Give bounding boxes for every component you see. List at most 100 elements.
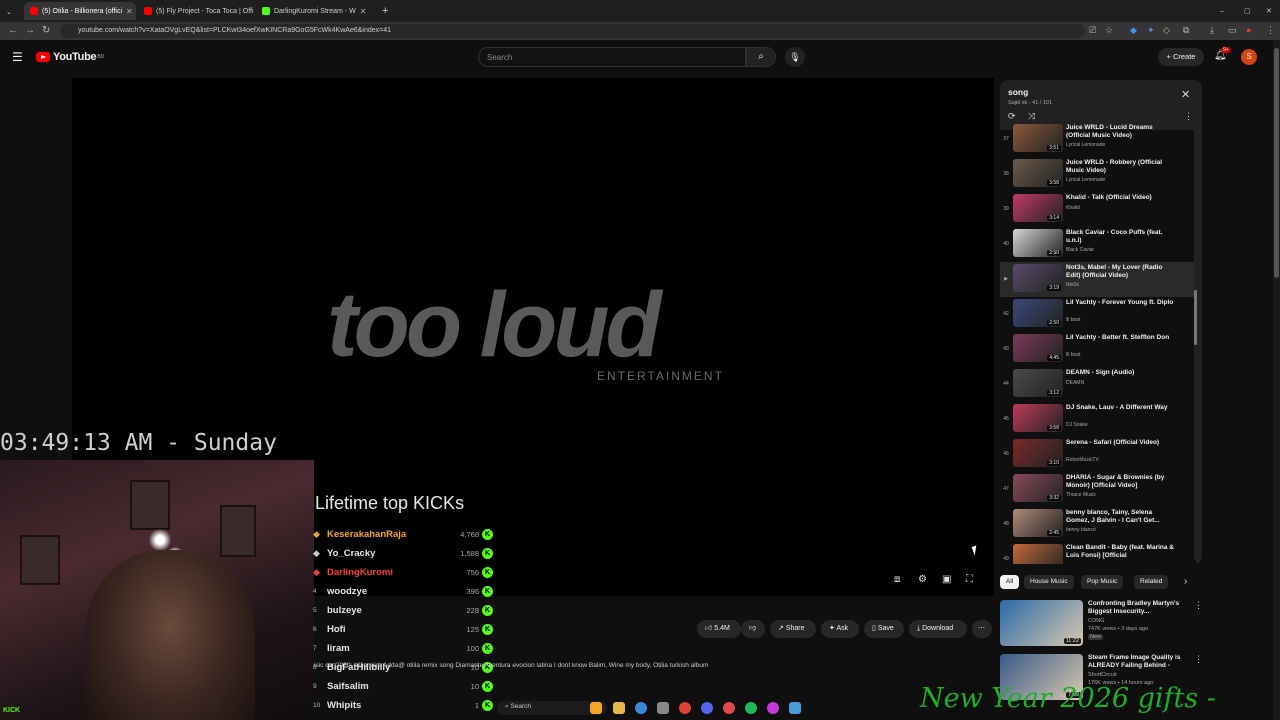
app-icon[interactable] xyxy=(723,702,735,714)
bookmark-star-icon[interactable]: ☆ xyxy=(1105,25,1113,36)
playlist-scrollbar-thumb[interactable] xyxy=(1194,290,1197,345)
store-icon[interactable] xyxy=(657,702,669,714)
playlist-item[interactable]: 43 4:45 Lil Yachty - Better ft. Stefflon D… xyxy=(1000,332,1196,367)
duration-badge: 3:58 xyxy=(1047,180,1061,186)
settings-gear-icon[interactable]: ⚙ xyxy=(918,574,927,585)
page-scrollbar-thumb[interactable] xyxy=(1274,48,1279,278)
logo-main-text: too loud xyxy=(327,288,664,376)
chevron-right-icon[interactable]: › xyxy=(1184,576,1187,587)
close-icon[interactable]: ✕ xyxy=(122,7,133,16)
cast-icon[interactable]: ⎚ xyxy=(1089,25,1096,36)
dislike-button[interactable]: 👎︎ xyxy=(741,620,765,638)
extensions-puzzle-icon[interactable]: ⧉ xyxy=(1183,25,1189,36)
ask-button[interactable]: ✦ Ask xyxy=(821,620,859,638)
playlist-item[interactable]: 38 3:58 Juice WRLD - Robbery (Official Mus… xyxy=(1000,157,1196,192)
webcam-feed: KICK xyxy=(0,460,314,720)
miniplayer-icon[interactable]: ▣ xyxy=(942,574,951,585)
subtitles-icon[interactable]: ⧈ xyxy=(894,574,900,585)
playlist-item[interactable]: 40 2:50 Black Caviar - Coco Puffs (feat. u… xyxy=(1000,227,1196,262)
recommendation-channel: ShortCircuit xyxy=(1088,672,1117,678)
download-icon[interactable]: ⤓ xyxy=(1210,25,1214,36)
shuffle-icon[interactable]: ⤨ xyxy=(1028,111,1035,122)
avatar[interactable]: S xyxy=(1241,49,1257,65)
share-button[interactable]: ↗ Share xyxy=(770,620,816,638)
new-year-banner: New Year 2026 gifts - xyxy=(920,683,1216,714)
playlist-item[interactable]: 45 3:58 DJ Snake, Lauv - A Different Way DJ… xyxy=(1000,402,1196,437)
leaderboard-row: ◆ DarlingKuromi 756 K xyxy=(313,563,493,582)
video-description-tags[interactable]: isic car 2020: billionaire Adda@ otilia … xyxy=(314,662,994,669)
like-button[interactable]: 👍︎ 5.4M xyxy=(697,620,741,638)
menu-dots-icon[interactable]: ⋮ xyxy=(1266,25,1275,36)
browser-tab-3[interactable]: DarlingKuromi Stream - W ✕ xyxy=(256,2,372,20)
playlist-item[interactable]: 39 3:14 Khalid - Talk (Official Video) Khal… xyxy=(1000,192,1196,227)
save-button[interactable]: ▯ Save xyxy=(864,620,904,638)
minimize-button[interactable]: – xyxy=(1214,2,1228,20)
profile-icon[interactable]: ● xyxy=(1246,25,1251,35)
taskbar-app-icon[interactable] xyxy=(590,702,602,714)
playlist-scrollbar[interactable] xyxy=(1194,130,1197,560)
playlist-item-title: Lil Yachty - Better ft. Stefflon Don xyxy=(1066,334,1170,341)
taskbar-search-label: Search xyxy=(510,703,532,710)
playlist-item[interactable]: 46 3:10 Serena - Safari (Official Video) Ro… xyxy=(1000,437,1196,472)
back-arrow-icon[interactable]: ← xyxy=(8,25,18,36)
leaderboard-rank: 4 xyxy=(313,588,317,595)
playlist-item[interactable]: 49 Clean Bandit - Baby (feat. Marina & Lu… xyxy=(1000,542,1196,564)
address-bar[interactable]: youtube.com/watch?v=XataOVgLvEQ&list=PLC… xyxy=(60,24,1085,38)
youtube-logo[interactable]: YouTube BD xyxy=(36,51,104,63)
voice-search-button[interactable]: 🎙︎ xyxy=(785,47,805,67)
rank-medal-icon: ◆ xyxy=(313,529,320,539)
duration-badge: 3:32 xyxy=(1047,495,1061,501)
chip-related[interactable]: Related xyxy=(1134,575,1169,589)
search-input[interactable]: Search xyxy=(478,47,746,67)
playlist-item-thumbnail: 3:32 xyxy=(1013,474,1063,502)
more-vert-icon[interactable]: ⋮ xyxy=(1194,600,1203,611)
playlist-item[interactable]: 37 3:51 Juice WRLD - Lucid Dreams (Officia… xyxy=(1000,122,1196,157)
extension-icon[interactable]: ◇ xyxy=(1163,25,1170,36)
playlist-title[interactable]: song xyxy=(1008,87,1028,97)
leaderboard-value: 10 xyxy=(470,682,479,691)
new-tab-button[interactable]: + xyxy=(376,2,392,20)
more-actions-button[interactable]: ⋯ xyxy=(972,620,992,638)
browser-tab-2[interactable]: (5) Fly Project - Toca Toca | Offi ✕ xyxy=(138,2,254,20)
forward-arrow-icon[interactable]: → xyxy=(25,25,35,36)
chip-house-music[interactable]: House Music xyxy=(1024,575,1074,589)
extension-icon[interactable]: ✦ xyxy=(1147,25,1155,36)
close-icon[interactable]: ✕ xyxy=(1181,88,1190,101)
leaderboard-rank: 9 xyxy=(313,683,317,690)
spotify-icon[interactable] xyxy=(745,702,757,714)
chip-pop-music[interactable]: Pop Music xyxy=(1081,575,1124,589)
chrome-icon[interactable] xyxy=(679,702,691,714)
fullscreen-icon[interactable]: ⛶ xyxy=(966,574,973,585)
window-close-button[interactable]: ✕ xyxy=(1260,2,1276,20)
discord-icon[interactable] xyxy=(701,702,713,714)
app-icon[interactable] xyxy=(789,702,801,714)
close-icon[interactable]: ✕ xyxy=(356,7,367,16)
playlist-item-index: 42 xyxy=(1003,311,1009,317)
file-explorer-icon[interactable] xyxy=(613,702,625,714)
extension-icon[interactable]: ◆ xyxy=(1130,25,1137,36)
more-vert-icon[interactable]: ⋮ xyxy=(1184,111,1193,122)
loop-icon[interactable]: ⟳ xyxy=(1008,111,1016,122)
more-vert-icon[interactable]: ⋮ xyxy=(1194,654,1203,665)
browser-tab-1[interactable]: (5) Otilia - Billionera (offici ✕ xyxy=(24,2,136,20)
app-icon[interactable] xyxy=(767,702,779,714)
download-button[interactable]: ⤓ Download xyxy=(909,620,967,638)
search-button[interactable]: ⌕ xyxy=(746,47,776,67)
playlist-item[interactable]: ▶ 3:19 Not3s, Mabel - My Lover (Radio Edit… xyxy=(1000,262,1196,297)
playlist-item[interactable]: 42 2:50 Lil Yachty - Forever Young ft. Dip… xyxy=(1000,297,1196,332)
recommendation-item[interactable]: 11:22 Confronting Bradley Martyn's Bigges… xyxy=(1000,600,1203,652)
reload-icon[interactable]: ↻ xyxy=(42,25,50,36)
create-button[interactable]: + Create xyxy=(1158,48,1204,66)
leaderboard-value: 756 xyxy=(466,568,479,577)
playlist-item[interactable]: 48 2:45 benny blanco, Tainy, Selena Gomez,… xyxy=(1000,507,1196,542)
maximize-button[interactable]: ▢ xyxy=(1238,2,1252,20)
tab-list-button[interactable]: ⌄ xyxy=(0,3,20,21)
chip-all[interactable]: All xyxy=(1000,575,1020,589)
playlist-item[interactable]: 47 3:32 DHARIA - Sugar & Brownies (by Mono… xyxy=(1000,472,1196,507)
sidebar-icon[interactable]: ▭ xyxy=(1228,25,1237,36)
playlist-item-index: 40 xyxy=(1003,241,1009,247)
duration-badge: 2:50 xyxy=(1047,320,1061,326)
edge-icon[interactable] xyxy=(635,702,647,714)
playlist-item[interactable]: 44 3:12 DEAMN - Sign (Audio) DEAMN xyxy=(1000,367,1196,402)
hamburger-menu-icon[interactable]: ☰ xyxy=(12,50,23,64)
